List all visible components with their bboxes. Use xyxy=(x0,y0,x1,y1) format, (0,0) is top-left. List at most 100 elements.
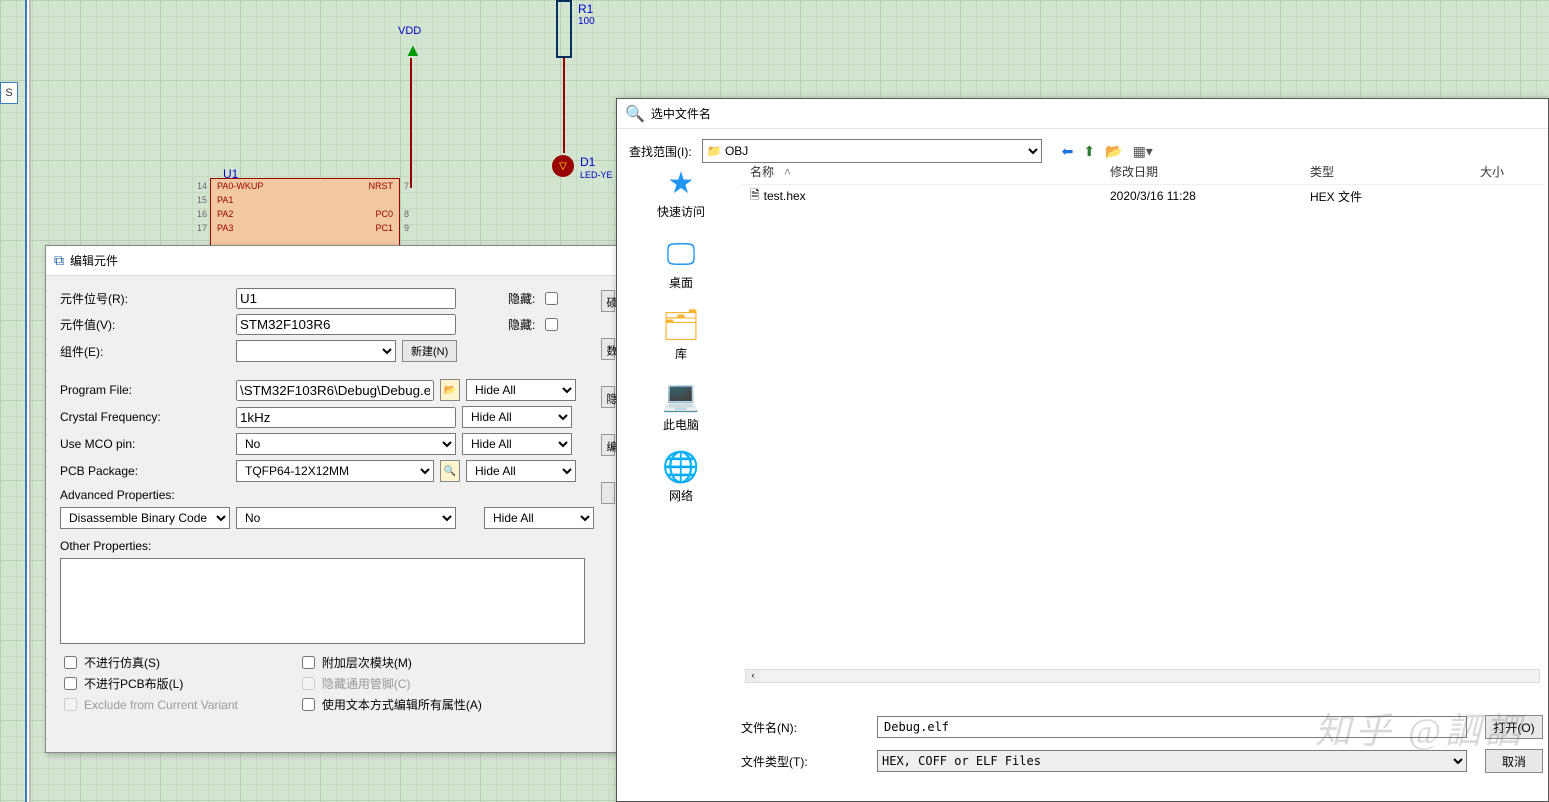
up-icon[interactable]: ⬆ xyxy=(1083,143,1095,160)
col-name[interactable]: 名称 ˄ xyxy=(750,163,1110,180)
filetype-select[interactable]: HEX, COFF or ELF Files xyxy=(877,750,1467,772)
component-u1[interactable]: U1 14 15 16 17 PA0-WKUP PA1 PA2 PA3 NRST… xyxy=(210,178,400,254)
scroll-left-icon[interactable]: ‹ xyxy=(746,670,760,682)
browse-program-button[interactable]: 📂 xyxy=(440,379,460,401)
network-icon: 🌐 xyxy=(662,453,699,483)
back-icon[interactable]: ⬅ xyxy=(1062,143,1074,160)
file-dialog-title: 选中文件名 xyxy=(651,105,711,122)
file-dialog-titlebar[interactable]: 🔍 选中文件名 xyxy=(617,99,1548,129)
desktop-icon: 🖵 xyxy=(667,240,696,270)
check-no-simulate[interactable]: 不进行仿真(S) xyxy=(60,653,238,672)
side-btn-2[interactable]: 隐 xyxy=(601,386,615,408)
file-dialog-icon: 🔍 xyxy=(625,104,645,124)
sidebar-desktop[interactable]: 🖵桌面 xyxy=(667,240,696,291)
label-program: Program File: xyxy=(60,383,230,397)
side-btn-0[interactable]: 硕 xyxy=(601,290,615,312)
filename-input[interactable] xyxy=(877,716,1467,738)
edit-dialog-side-buttons: 硕 数 隐 编 xyxy=(601,290,615,504)
pin-pc0: PC0 xyxy=(375,209,393,219)
open-button[interactable]: 打开(O) xyxy=(1485,715,1543,739)
filename-label: 文件名(N): xyxy=(741,719,859,736)
check-hidden-ref[interactable] xyxy=(545,292,558,305)
r1-ref: R1 xyxy=(578,2,593,16)
pin7: 7 xyxy=(404,181,409,191)
toolbox-tab[interactable]: S xyxy=(0,82,18,104)
wire-vdd xyxy=(410,58,412,188)
file-row[interactable]: 🗎test.hex 2020/3/16 11:28 HEX 文件 xyxy=(742,185,1544,207)
edit-dialog-titlebar[interactable]: ⧉ 编辑元件 xyxy=(46,246,619,276)
check-hidden-value[interactable] xyxy=(545,318,558,331)
label-element: 组件(E): xyxy=(60,343,230,360)
file-type: HEX 文件 xyxy=(1310,188,1480,205)
edit-component-dialog: ⧉ 编辑元件 元件位号(R): 隐藏: 元件值(V): 隐藏: 组件(E): 新… xyxy=(45,245,620,753)
filetype-label: 文件类型(T): xyxy=(741,753,859,770)
vdd-net-label: VDD xyxy=(398,25,421,37)
star-icon: ★ xyxy=(668,169,695,199)
select-adv-hide[interactable]: Hide All xyxy=(484,507,594,529)
sidebar-network[interactable]: 🌐网络 xyxy=(662,453,699,504)
select-crystal-hide[interactable]: Hide All xyxy=(462,406,572,428)
d1-ref: D1 xyxy=(580,155,595,169)
u1-ref: U1 xyxy=(223,167,238,181)
side-btn-1[interactable]: 数 xyxy=(601,338,615,360)
side-btn-3[interactable]: 编 xyxy=(601,434,615,456)
label-otherprop: Other Properties: xyxy=(60,539,151,553)
browse-pcb-button[interactable]: 🔍 xyxy=(440,460,460,482)
label-hidden1: 隐藏: xyxy=(508,290,535,307)
col-modified[interactable]: 修改日期 xyxy=(1110,163,1310,180)
d1-type: LED-YE xyxy=(580,170,613,180)
col-size[interactable]: 大小 xyxy=(1480,163,1540,180)
label-value: 元件值(V): xyxy=(60,316,230,333)
label-crystal: Crystal Frequency: xyxy=(60,410,230,424)
sidebar-this-pc[interactable]: 💻此电脑 xyxy=(662,382,699,433)
panel-divider[interactable] xyxy=(25,0,31,802)
input-ref[interactable] xyxy=(236,288,456,309)
sidebar-libraries[interactable]: 🗂库 xyxy=(662,311,700,362)
pin8: 8 xyxy=(404,209,409,219)
folder-icon: 🗂 xyxy=(662,311,700,341)
cancel-button[interactable]: 取消 xyxy=(1485,749,1543,773)
file-list-area[interactable]: 名称 ˄ 修改日期 类型 大小 🗎test.hex 2020/3/16 11:2… xyxy=(741,159,1544,681)
look-in-label: 查找范围(I): xyxy=(629,143,692,160)
pin-pa3: PA3 xyxy=(217,223,233,233)
r1-value: 100 xyxy=(578,16,595,27)
component-r1[interactable] xyxy=(556,0,572,58)
pin16: 16 xyxy=(197,209,207,219)
input-crystal[interactable] xyxy=(236,407,456,428)
check-attach-hierarchy[interactable]: 附加层次模块(M) xyxy=(298,653,482,672)
horizontal-scrollbar[interactable]: ‹ xyxy=(745,669,1540,683)
select-element[interactable] xyxy=(236,340,396,362)
new-element-button[interactable]: 新建(N) xyxy=(402,340,457,362)
view-menu-icon[interactable]: ▦▾ xyxy=(1133,143,1153,160)
check-no-pcb[interactable]: 不进行PCB布版(L) xyxy=(60,674,238,693)
check-exclude-variant[interactable]: Exclude from Current Variant xyxy=(60,695,238,714)
pin17: 17 xyxy=(197,223,207,233)
file-icon: 🗎 xyxy=(750,186,760,207)
pin-pa0: PA0-WKUP xyxy=(217,181,263,191)
select-adv2[interactable]: No xyxy=(236,507,456,529)
input-value[interactable] xyxy=(236,314,456,335)
select-pcb-hide[interactable]: Hide All xyxy=(466,460,576,482)
select-adv1[interactable]: Disassemble Binary Code xyxy=(60,507,230,529)
file-open-dialog: 🔍 选中文件名 查找范围(I): 📁 OBJ ⬅ ⬆ 📂 ▦▾ ★快速访问 🖵桌… xyxy=(616,98,1549,802)
select-mco-hide[interactable]: Hide All xyxy=(462,433,572,455)
select-program-hide[interactable]: Hide All xyxy=(466,379,576,401)
check-edit-as-text[interactable]: 使用文本方式编辑所有属性(A) xyxy=(298,695,482,714)
side-btn-4[interactable] xyxy=(601,482,615,504)
pin14: 14 xyxy=(197,181,207,191)
textarea-otherprop[interactable] xyxy=(60,558,585,644)
component-d1[interactable]: ▽ xyxy=(552,155,574,177)
select-mco[interactable]: No xyxy=(236,433,456,455)
column-header[interactable]: 名称 ˄ 修改日期 类型 大小 xyxy=(742,159,1544,185)
col-type[interactable]: 类型 xyxy=(1310,163,1480,180)
input-program-file[interactable] xyxy=(236,380,434,401)
label-mco: Use MCO pin: xyxy=(60,437,230,451)
new-folder-icon[interactable]: 📂 xyxy=(1105,143,1122,160)
vdd-arrow-icon: ▲ xyxy=(404,40,422,61)
check-hide-common-pins[interactable]: 隐藏通用管脚(C) xyxy=(298,674,482,693)
wire-r1 xyxy=(563,58,565,153)
file-name: test.hex xyxy=(764,189,806,203)
sidebar-quick-access[interactable]: ★快速访问 xyxy=(657,169,705,220)
file-dialog-sidebar: ★快速访问 🖵桌面 🗂库 💻此电脑 🌐网络 xyxy=(627,159,735,681)
select-pcb[interactable]: TQFP64-12X12MM xyxy=(236,460,434,482)
